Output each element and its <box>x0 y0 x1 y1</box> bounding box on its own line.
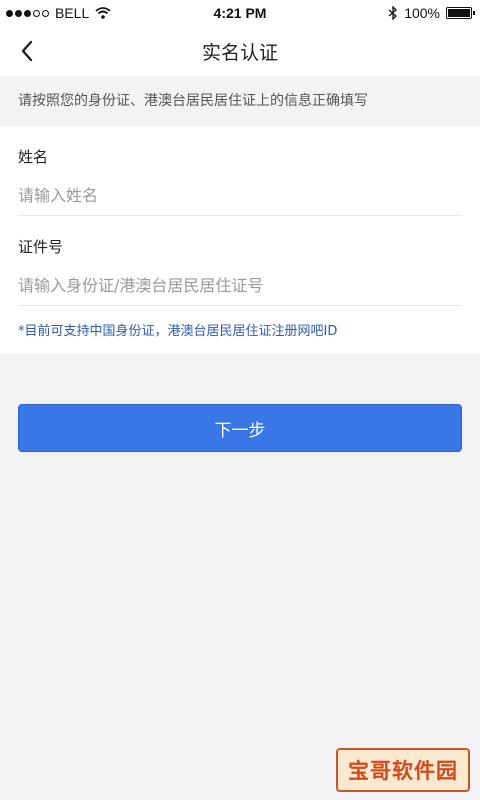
status-bar: BELL 4:21 PM 100% <box>0 0 480 26</box>
name-label: 姓名 <box>18 148 49 166</box>
supported-id-hint: *目前可支持中国身份证，港澳台居民居住证注册网吧ID <box>18 324 338 339</box>
id-number-input[interactable] <box>18 266 462 306</box>
battery-level-fill <box>448 9 470 17</box>
status-right: 100% <box>388 5 475 21</box>
watermark-logo: 宝哥软件园 <box>336 748 470 792</box>
name-input[interactable] <box>18 176 462 216</box>
identity-form: 姓名 证件号 *目前可支持中国身份证，港澳台居民居住证注册网吧ID <box>0 126 480 354</box>
bluetooth-icon <box>388 6 398 20</box>
next-step-button[interactable]: 下一步 <box>18 404 462 452</box>
instruction-text: 请按照您的身份证、港澳台居民居住证上的信息正确填写 <box>0 76 480 126</box>
battery-percent: 100% <box>404 5 440 21</box>
name-field-group: 姓名 <box>18 146 462 216</box>
id-number-label: 证件号 <box>18 238 64 256</box>
nav-bar: 实名认证 <box>0 26 480 76</box>
id-field-group: 证件号 <box>18 236 462 306</box>
page-title: 实名认证 <box>201 42 278 64</box>
battery-icon <box>446 7 475 19</box>
